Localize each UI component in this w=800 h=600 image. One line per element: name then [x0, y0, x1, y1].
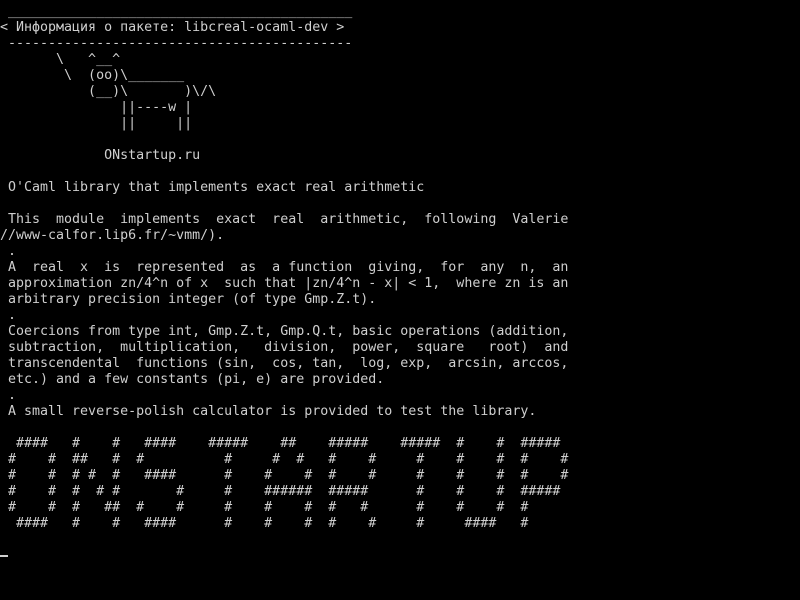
- terminal-screen[interactable]: ________________________________________…: [0, 0, 800, 600]
- banner-art-line: #### # # #### ##### ## ##### ##### # # #…: [0, 436, 561, 451]
- cowsay-border-top: ________________________________________…: [0, 4, 353, 19]
- cow-art-line: (__)\ )\/\: [0, 84, 217, 99]
- cow-art-line: ||----w |: [0, 100, 193, 115]
- description-line: etc.) and a few constants (pi, e) are pr…: [0, 372, 385, 387]
- banner-art-line: # # # ## # # # # # # # # # # #: [0, 500, 529, 515]
- cowsay-border-bottom: ----------------------------------------…: [0, 36, 353, 51]
- banner-art-line: # # # # # # # ###### ##### # # # #####: [0, 484, 561, 499]
- cow-art-line: || ||: [0, 116, 193, 131]
- site-credit: ONstartup.ru: [0, 148, 201, 163]
- description-line: subtraction, multiplication, division, p…: [0, 340, 569, 355]
- cow-art-line: \ (oo)\_______: [0, 68, 185, 83]
- cowsay-message: < Информация о пакете: libcreal-ocaml-de…: [0, 20, 345, 35]
- description-line: .: [0, 244, 17, 259]
- description-line: transcendental functions (sin, cos, tan,…: [0, 356, 569, 371]
- cow-art-line: \ ^__^: [0, 52, 121, 67]
- description-line: A real x is represented as a function gi…: [0, 260, 569, 275]
- banner-art-line: # # ## # # # # # # # # # # # #: [0, 452, 569, 467]
- banner-art-line: # # # # # #### # # # # # # # # # #: [0, 468, 569, 483]
- banner-art-line: #### # # #### # # # # # # #### #: [0, 516, 529, 531]
- text-cursor: [0, 555, 8, 557]
- description-line: arbitrary precision integer (of type Gmp…: [0, 292, 377, 307]
- description-line: .: [0, 388, 17, 403]
- description-line: This module implements exact real arithm…: [0, 212, 569, 227]
- description-line: Coercions from type int, Gmp.Z.t, Gmp.Q.…: [0, 324, 569, 339]
- description-line: approximation zn/4^n of x such that |zn/…: [0, 276, 569, 291]
- description-line: //www-calfor.lip6.fr/~vmm/).: [0, 228, 225, 243]
- package-summary: O'Caml library that implements exact rea…: [0, 180, 425, 195]
- description-line: .: [0, 308, 17, 323]
- description-line: A small reverse-polish calculator is pro…: [0, 404, 537, 419]
